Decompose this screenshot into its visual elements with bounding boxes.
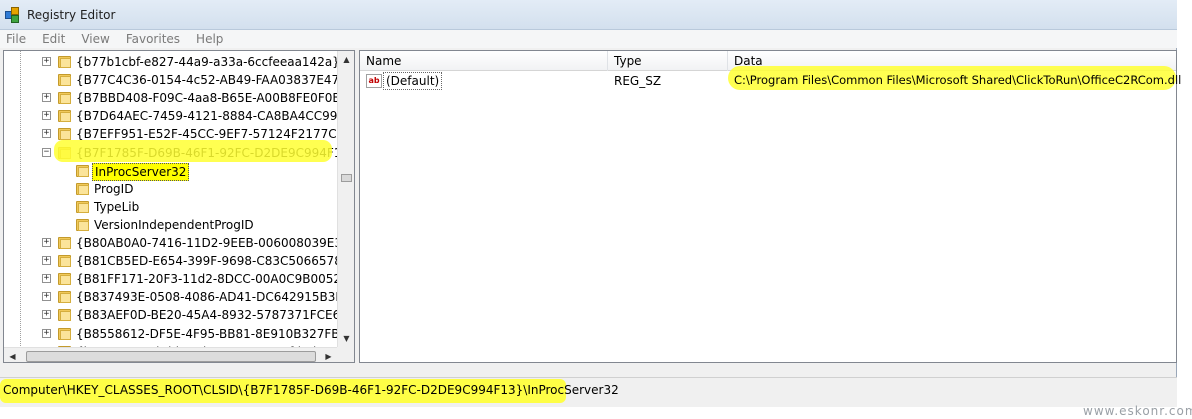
folder-icon: [58, 72, 72, 87]
tree-item-label: {B8558612-DF5E-4F95-BB81-8E910B327FB2}: [76, 326, 355, 341]
expand-plus-icon[interactable]: +: [42, 238, 51, 247]
tree-item-label: {B7D64AEC-7459-4121-8884-CA8BA4CC99B0}: [76, 109, 355, 124]
tree-item-label: {B81CB5ED-E654-399F-9698-C83C50665786}: [76, 254, 355, 269]
tree-item[interactable]: + {B83AEF0D-BE20-45A4-8932-5787371FCE6B}: [4, 306, 354, 324]
tree-item[interactable]: + {B7D64AEC-7459-4121-8884-CA8BA4CC99B0}: [4, 107, 354, 125]
folder-icon: [58, 90, 72, 105]
menu-view[interactable]: View: [75, 32, 115, 46]
folder-icon: [58, 235, 72, 250]
values-list-pane[interactable]: Name Type Data ab (Default) REG_SZ: [359, 50, 1177, 363]
scroll-corner: [337, 347, 354, 362]
folder-icon: [76, 199, 90, 214]
expand-plus-icon[interactable]: +: [42, 129, 51, 139]
key-tree-pane[interactable]: + {b77b1cbf-e827-44a9-a33a-6ccfeeaa142a} {…: [3, 50, 355, 363]
folder-icon: [76, 181, 90, 196]
expand-plus-icon[interactable]: +: [42, 328, 51, 338]
tree-item[interactable]: + {b77b1cbf-e827-44a9-a33a-6ccfeeaa142a}: [4, 53, 340, 71]
tree-item-label: InProcServer32: [92, 162, 190, 181]
registry-editor-icon: [5, 6, 21, 23]
menu-bar: File Edit View Favorites Help: [0, 30, 1177, 48]
tree-item-label: TypeLib: [94, 199, 140, 214]
expand-plus-icon[interactable]: +: [42, 310, 51, 320]
tree-highlight-marker: [54, 140, 332, 162]
tree-hscroll-thumb[interactable]: [26, 351, 316, 362]
folder-icon: [58, 326, 72, 341]
tree-item[interactable]: + {B81FF171-20F3-11d2-8DCC-00A0C9B00525}: [4, 270, 354, 288]
scroll-right-arrow-icon[interactable]: ▶: [320, 348, 337, 362]
tree-item[interactable]: InProcServer32: [4, 162, 337, 181]
menu-file[interactable]: File: [0, 32, 32, 46]
value-data: C:\Program Files\Common Files\Microsoft …: [734, 73, 1182, 87]
column-header-name[interactable]: Name: [360, 51, 608, 71]
folder-icon: [58, 253, 72, 268]
tree-item-label: VersionIndependentProgID: [94, 217, 254, 232]
folder-icon: [76, 217, 90, 232]
tree-item[interactable]: + {B8558612-DF5E-4F95-BB81-8E910B327FB2}: [4, 325, 354, 343]
tree-item[interactable]: ProgID: [4, 180, 337, 198]
tree-item[interactable]: {B77C4C36-0154-4c52-AB49-FAA03837E47F}: [4, 71, 354, 89]
tree-item[interactable]: + {B80AB0A0-7416-11D2-9EEB-006008039E37}: [4, 234, 354, 252]
tree-item-label: {B83AEF0D-BE20-45A4-8932-5787371FCE6B}: [76, 308, 355, 323]
expand-plus-icon[interactable]: +: [42, 93, 51, 103]
value-name: (Default): [383, 72, 443, 90]
tree-vscroll-thumb[interactable]: [341, 174, 352, 182]
tree-item[interactable]: + {B7BBD408-F09C-4aa8-B65E-A00B8FE0F0B9}: [4, 89, 354, 107]
menu-help[interactable]: Help: [190, 32, 229, 46]
window-title: Registry Editor: [27, 7, 116, 22]
folder-icon: [58, 54, 72, 69]
registry-editor-window: Registry Editor File Edit View Favorites…: [0, 0, 1177, 407]
collapse-minus-icon[interactable]: −: [42, 147, 51, 157]
folder-icon: [76, 163, 90, 178]
status-path: Computer\HKEY_CLASSES_ROOT\CLSID\{B7F178…: [3, 383, 619, 397]
scroll-up-arrow-icon[interactable]: ▲: [338, 51, 354, 68]
tree-item[interactable]: TypeLib: [4, 198, 337, 216]
tree-item-label: {b77b1cbf-e827-44a9-a33a-6ccfeeaa142a}: [76, 55, 340, 69]
value-type: REG_SZ: [614, 74, 662, 88]
title-bar[interactable]: Registry Editor: [0, 0, 1177, 30]
expand-plus-icon[interactable]: +: [42, 57, 51, 66]
tree-item-label: {B81FF171-20F3-11d2-8DCC-00A0C9B00525}: [76, 272, 355, 287]
tree-item-label: {B77C4C36-0154-4c52-AB49-FAA03837E47F}: [76, 73, 354, 88]
string-value-icon: ab: [366, 74, 382, 88]
tree-item[interactable]: VersionIndependentProgID: [4, 216, 337, 234]
tree-item[interactable]: + {B837493E-0508-4086-AD41-DC642915B3DD}: [4, 288, 354, 306]
expand-plus-icon[interactable]: +: [42, 292, 51, 302]
folder-icon: [58, 271, 72, 286]
folder-icon: [58, 307, 72, 322]
menu-edit[interactable]: Edit: [36, 32, 71, 46]
menu-favorites[interactable]: Favorites: [120, 32, 186, 46]
folder-icon: [58, 289, 72, 304]
scroll-down-arrow-icon[interactable]: ▼: [338, 330, 354, 347]
tree-item-label: {B7BBD408-F09C-4aa8-B65E-A00B8FE0F0B9}: [76, 91, 355, 106]
folder-icon: [58, 108, 72, 123]
tree-item-label: {B80AB0A0-7416-11D2-9EEB-006008039E37}: [76, 236, 355, 250]
tree-horizontal-scrollbar[interactable]: ◀ ▶: [4, 347, 337, 362]
tree-item[interactable]: + {B81CB5ED-E654-399F-9698-C83C50665786}: [4, 252, 354, 270]
scroll-left-arrow-icon[interactable]: ◀: [4, 348, 21, 362]
tree-vertical-scrollbar[interactable]: ▲ ▼: [337, 51, 354, 347]
watermark: www.eskonr.com: [1083, 404, 1192, 418]
expand-plus-icon[interactable]: +: [42, 274, 51, 284]
column-header-type[interactable]: Type: [608, 51, 728, 71]
expand-plus-icon[interactable]: +: [42, 111, 51, 121]
expand-plus-icon[interactable]: +: [42, 256, 51, 266]
tree-item-label: ProgID: [94, 181, 134, 196]
tree-item-label: {B837493E-0508-4086-AD41-DC642915B3DD}: [76, 290, 355, 305]
